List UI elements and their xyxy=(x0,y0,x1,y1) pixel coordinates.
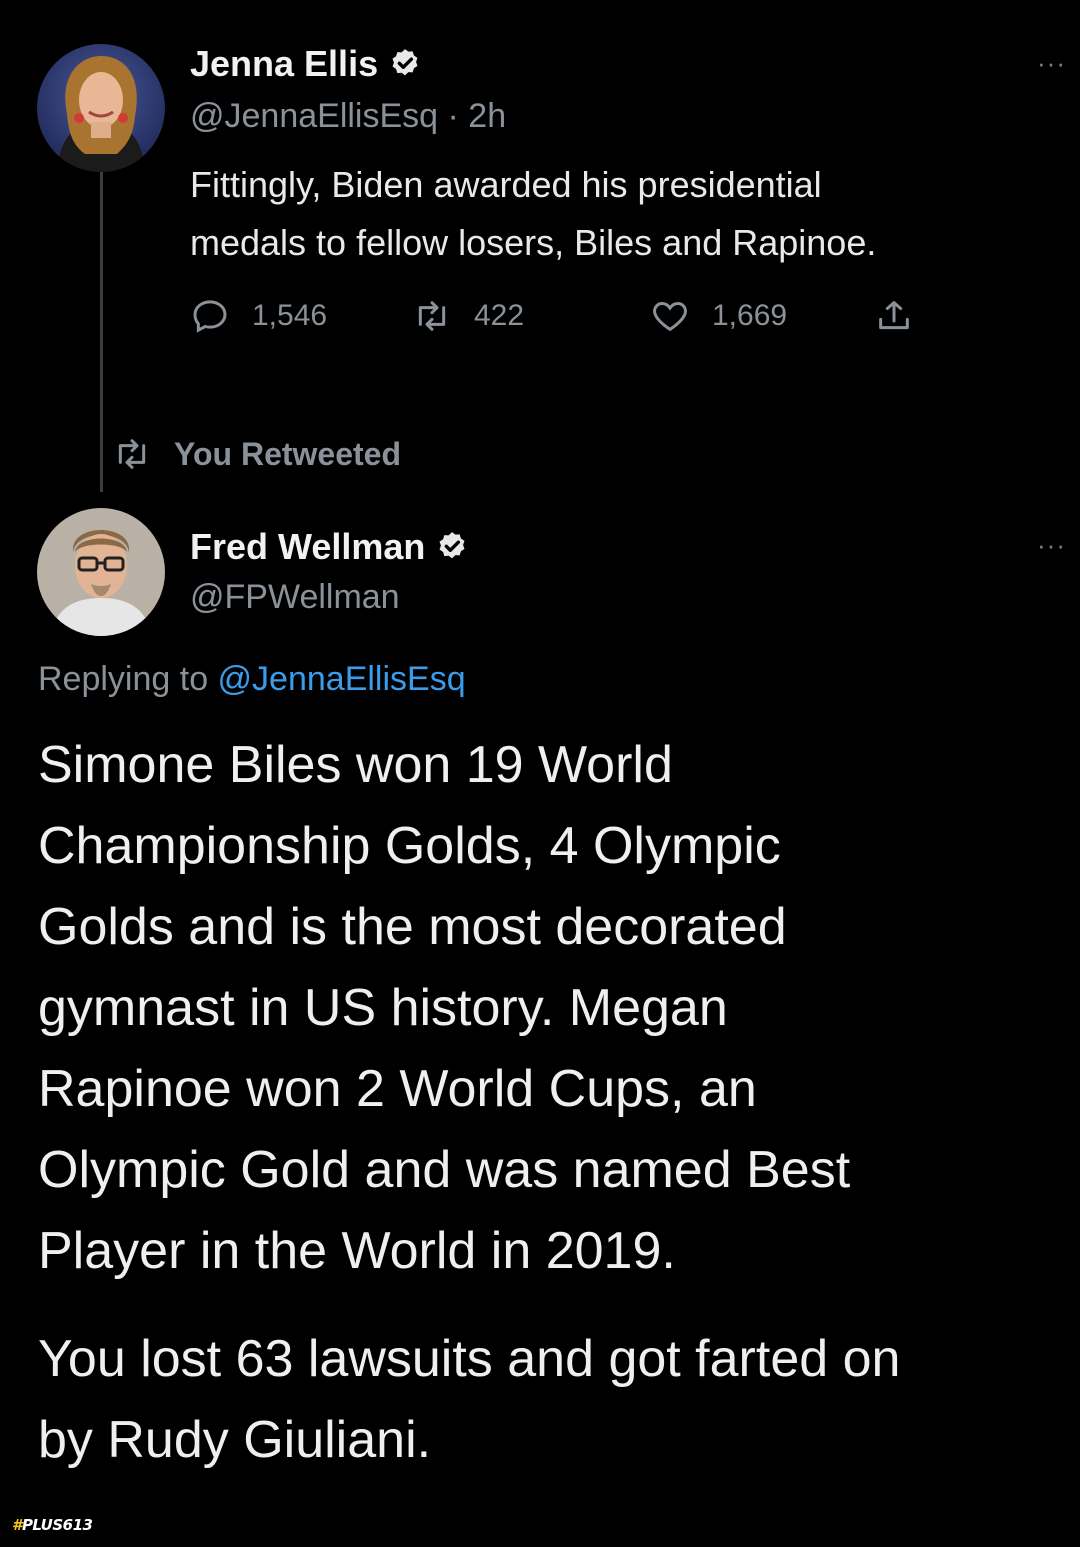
tweet1-text: Fittingly, Biden awarded his presidentia… xyxy=(190,156,876,272)
avatar-image xyxy=(37,508,165,636)
retweet-icon xyxy=(418,301,446,331)
tweet1-action-bar: 1,546 422 1,669 xyxy=(190,294,950,338)
heart-icon xyxy=(653,301,687,332)
tweet2-text-line: Simone Biles won 19 World xyxy=(38,736,673,794)
more-options-icon[interactable]: ··· xyxy=(1037,530,1066,561)
reply-icon xyxy=(193,300,227,333)
tweet2-text: Simone Biles won 19 World Championship G… xyxy=(38,725,1068,1481)
verified-badge-icon xyxy=(439,532,465,559)
tweet2-text-line: gymnast in US history. Megan xyxy=(38,979,728,1037)
tweet1-text-line: medals to fellow losers, Biles and Rapin… xyxy=(190,222,877,263)
tweet1-author-row[interactable]: Jenna Ellis xyxy=(190,43,422,85)
retweet-button[interactable]: 422 xyxy=(412,296,524,336)
reply-button[interactable]: 1,546 xyxy=(190,296,327,336)
tweet2-text-line: Player in the World in 2019. xyxy=(38,1222,676,1280)
avatar-image xyxy=(37,44,165,172)
retweet-count: 422 xyxy=(474,299,525,332)
replying-to: Replying to @JennaEllisEsq xyxy=(38,660,466,699)
tweet1-text-line: Fittingly, Biden awarded his presidentia… xyxy=(190,164,822,205)
share-icon xyxy=(879,301,909,330)
thread-connector-line xyxy=(100,172,103,492)
replying-mention-link[interactable]: @JennaEllisEsq xyxy=(218,660,466,698)
reply-count: 1,546 xyxy=(252,299,328,332)
tweet2-text-line: Golds and is the most decorated xyxy=(38,898,787,956)
like-count: 1,669 xyxy=(712,299,788,332)
tweet1-handle-time[interactable]: @JennaEllisEsq · 2h xyxy=(190,97,506,136)
retweeted-label: You Retweeted xyxy=(174,435,401,472)
avatar-fred-wellman[interactable] xyxy=(37,508,165,636)
share-button[interactable] xyxy=(874,296,936,336)
site-watermark: #PLUS613 xyxy=(12,1516,93,1534)
tweet2-text-line: You lost 63 lawsuits and got farted on xyxy=(38,1330,901,1388)
verified-badge-icon xyxy=(392,49,418,76)
tweet2-handle[interactable]: @FPWellman xyxy=(190,578,400,617)
retweeted-notice: You Retweeted xyxy=(112,434,401,474)
tweet2-text-line: Olympic Gold and was named Best xyxy=(38,1141,851,1199)
watermark-text: PLUS613 xyxy=(21,1516,93,1534)
more-options-icon[interactable]: ··· xyxy=(1037,48,1066,79)
tweet2-text-line: Rapinoe won 2 World Cups, an xyxy=(38,1060,757,1118)
replying-prefix: Replying to xyxy=(38,660,218,698)
avatar-jenna-ellis[interactable] xyxy=(37,44,165,172)
like-button[interactable]: 1,669 xyxy=(650,296,787,336)
author-name[interactable]: Jenna Ellis xyxy=(190,43,378,85)
retweet-icon xyxy=(118,439,146,469)
tweet2-text-line: Championship Golds, 4 Olympic xyxy=(38,817,781,875)
tweet2-text-line: by Rudy Giuliani. xyxy=(38,1411,432,1469)
watermark-hash: # xyxy=(12,1516,22,1534)
author-name[interactable]: Fred Wellman xyxy=(190,526,425,568)
tweet2-author-row[interactable]: Fred Wellman xyxy=(190,526,469,568)
